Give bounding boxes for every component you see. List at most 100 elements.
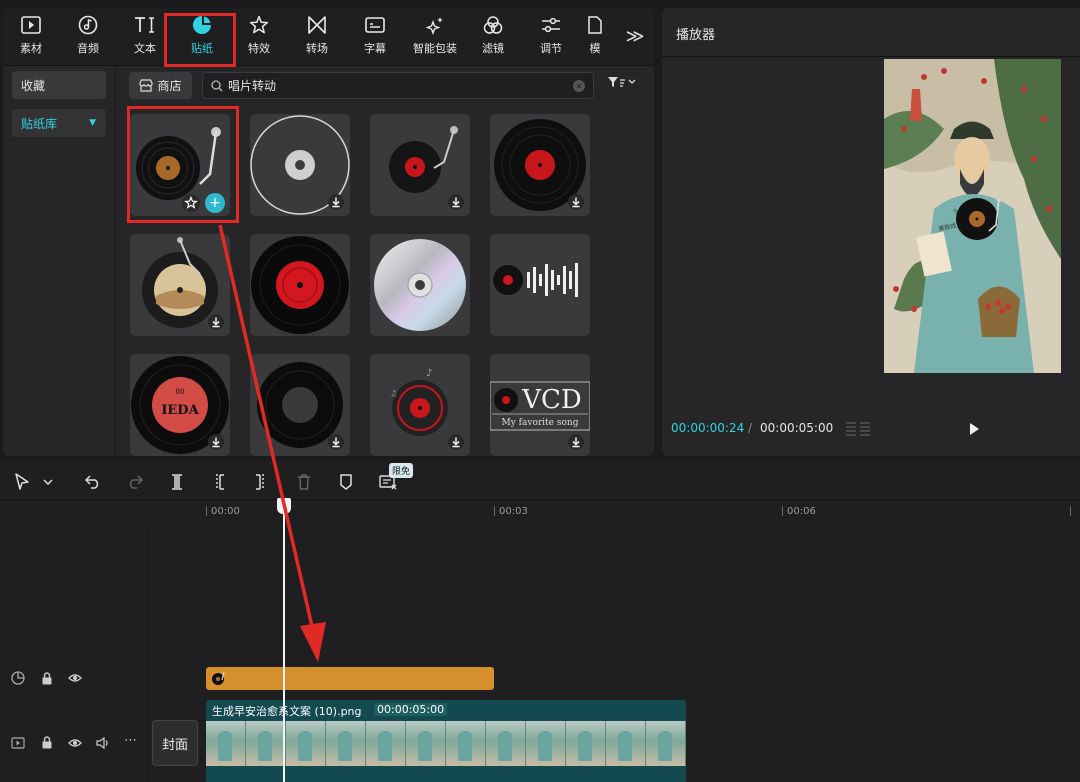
nav-filter[interactable]: 滤镜 — [465, 12, 521, 62]
sidebar-item-favorites[interactable]: 收藏 — [12, 71, 106, 99]
clip-thumbnail — [406, 721, 446, 766]
nav-audio[interactable]: 音频 — [60, 12, 116, 62]
nav-text-label: 文本 — [134, 42, 156, 55]
playhead-handle[interactable] — [277, 498, 291, 514]
red-vinyl-sticker-image — [251, 236, 349, 334]
sticker-item[interactable] — [370, 114, 470, 216]
download-icon[interactable] — [448, 434, 464, 450]
sticker-item[interactable] — [490, 114, 590, 216]
clip-thumbnail — [606, 721, 646, 766]
filter-sort-button[interactable] — [607, 76, 637, 91]
waveform-icon[interactable] — [845, 420, 871, 438]
download-icon[interactable] — [448, 194, 464, 210]
sticker-item[interactable]: ♪ ♫ — [370, 354, 470, 456]
video-editor: 素材 音频 文本 贴纸 特效 转场 字幕 智能包装 滤镜 调节 模 ≫ 收藏 贴… — [0, 0, 1080, 782]
timeline-ruler: 00:00 00:03 00:06 — [0, 500, 1080, 524]
trash-icon — [298, 474, 310, 490]
clip-thumbnail — [206, 721, 246, 766]
sticker-item[interactable] — [370, 234, 470, 336]
effects-icon — [248, 14, 270, 36]
timeline-panel: 限免 00:00 00:03 00:06 ⋯ 封面 生成早安治愈系文案 (10)… — [0, 462, 1080, 782]
nav-media-label: 素材 — [20, 42, 42, 55]
store-icon — [139, 79, 154, 92]
more-options-icon[interactable]: ⋯ — [124, 733, 137, 748]
nav-smart-package[interactable]: 智能包装 — [407, 12, 463, 62]
clip-thumbnails — [206, 721, 686, 766]
nav-subtitle[interactable]: 字幕 — [347, 12, 403, 62]
trim-right-icon — [256, 474, 264, 490]
lock-icon[interactable] — [41, 672, 53, 685]
nav-more-button[interactable]: ≫ — [623, 24, 647, 48]
favorite-star-icon[interactable] — [182, 194, 200, 212]
silver-cd-sticker-image — [374, 239, 466, 331]
search-icon — [211, 79, 223, 91]
nav-audio-label: 音频 — [77, 42, 99, 55]
redo-button[interactable] — [125, 472, 145, 492]
delete-button[interactable] — [294, 472, 314, 492]
tick-mark — [494, 506, 495, 516]
svg-text:♪: ♪ — [426, 368, 432, 379]
undo-button[interactable] — [83, 472, 103, 492]
video-preview[interactable]: 高枝戏 — [884, 59, 1061, 373]
nav-transition[interactable]: 转场 — [289, 12, 345, 62]
cursor-icon — [15, 473, 29, 490]
sticker-item[interactable]: 80 IEDA — [130, 354, 230, 456]
nav-media[interactable]: 素材 — [3, 12, 59, 62]
sticker-item[interactable] — [250, 234, 350, 336]
download-icon[interactable] — [568, 434, 584, 450]
time-separator: / — [748, 421, 753, 435]
split-button[interactable] — [167, 472, 187, 492]
nav-transition-label: 转场 — [306, 42, 328, 55]
download-icon[interactable] — [208, 434, 224, 450]
subtitle-icon — [364, 14, 386, 36]
sticker-icon — [191, 14, 213, 36]
clip-thumbnail — [326, 721, 366, 766]
select-mode-dropdown[interactable] — [38, 472, 58, 492]
clear-search-icon[interactable]: ✕ — [573, 80, 585, 92]
download-icon[interactable] — [568, 194, 584, 210]
download-icon[interactable] — [328, 434, 344, 450]
lock-icon[interactable] — [41, 736, 53, 749]
search-value: 唱片转动 — [228, 79, 277, 93]
video-clip[interactable]: 生成早安治愈系文案 (10).png 00:00:05:00 — [206, 700, 686, 782]
sticker-clip[interactable] — [206, 667, 494, 690]
clip-thumbnail — [486, 721, 526, 766]
sticker-item[interactable]: + — [130, 114, 230, 216]
nav-template[interactable]: 模 — [575, 12, 615, 62]
sticker-item[interactable]: VCD My favorite song — [490, 354, 590, 456]
media-panel: 素材 音频 文本 贴纸 特效 转场 字幕 智能包装 滤镜 调节 模 ≫ 收藏 贴… — [3, 8, 654, 456]
audio-icon — [77, 14, 99, 36]
eye-icon[interactable] — [68, 673, 82, 683]
template-icon — [584, 14, 606, 36]
cover-button[interactable]: 封面 — [152, 720, 198, 766]
nav-sticker[interactable]: 贴纸 — [174, 12, 230, 62]
nav-effects[interactable]: 特效 — [231, 12, 287, 62]
add-sticker-icon[interactable]: + — [205, 193, 225, 213]
trim-left-button[interactable] — [209, 472, 229, 492]
nav-adjust[interactable]: 调节 — [523, 12, 579, 62]
clip-thumbnail — [446, 721, 486, 766]
playhead[interactable] — [283, 500, 285, 782]
sticker-item[interactable] — [130, 234, 230, 336]
store-button[interactable]: 商店 — [129, 72, 192, 99]
sticker-item[interactable] — [490, 234, 590, 336]
marker-button[interactable] — [336, 472, 356, 492]
undo-icon — [85, 475, 99, 489]
split-icon — [172, 474, 182, 490]
download-icon[interactable] — [208, 314, 224, 330]
trim-right-button[interactable] — [251, 472, 271, 492]
search-input[interactable]: 唱片转动 ✕ — [202, 72, 594, 99]
sticker-item[interactable] — [250, 114, 350, 216]
sticker-item[interactable] — [250, 354, 350, 456]
chevron-down-icon — [43, 479, 53, 485]
speaker-icon[interactable] — [96, 737, 110, 749]
play-icon[interactable] — [967, 422, 981, 436]
vinyl-soundwave-sticker-image — [493, 263, 578, 297]
clip-thumbnail — [566, 721, 606, 766]
eye-icon[interactable] — [68, 738, 82, 748]
vcd-title-text: VCD — [521, 385, 582, 415]
select-tool-button[interactable] — [12, 472, 32, 492]
nav-text[interactable]: 文本 — [117, 12, 173, 62]
sidebar-item-sticker-library[interactable]: 贴纸库 ▼ — [12, 109, 106, 137]
download-icon[interactable] — [328, 194, 344, 210]
